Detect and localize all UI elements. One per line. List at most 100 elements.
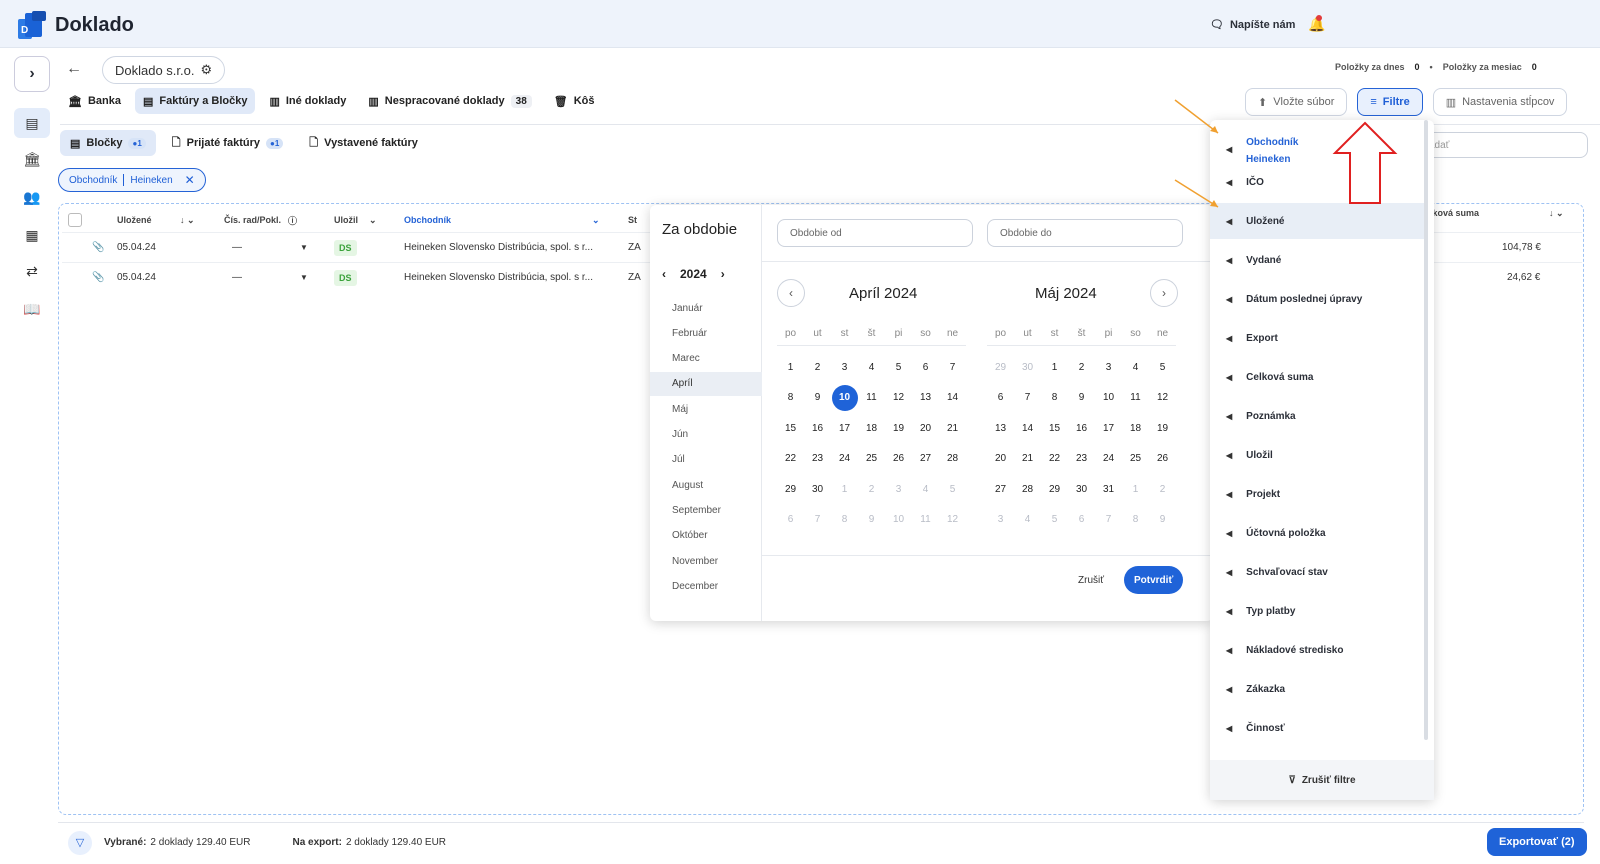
- select-all-checkbox[interactable]: [68, 213, 82, 227]
- calendar-day[interactable]: 12: [939, 505, 966, 536]
- calendar-day[interactable]: 3: [885, 474, 912, 505]
- month-item[interactable]: Jún: [650, 423, 762, 447]
- calendar-day[interactable]: 6: [912, 352, 939, 383]
- calendar-day[interactable]: 5: [1041, 505, 1068, 536]
- calendar-day[interactable]: 11: [858, 383, 885, 414]
- calendar-day[interactable]: 21: [1014, 444, 1041, 475]
- users-nav-icon[interactable]: 👥: [14, 182, 50, 212]
- write-us-button[interactable]: 🗨 Napíšte nám: [1210, 18, 1295, 32]
- calendar-day[interactable]: 19: [885, 413, 912, 444]
- calendar-day[interactable]: 14: [1014, 413, 1041, 444]
- calendar-day[interactable]: 26: [1149, 444, 1176, 475]
- calendar-day[interactable]: 27: [987, 474, 1014, 505]
- receipts-nav-icon[interactable]: ▤: [14, 108, 50, 138]
- calendar-day[interactable]: 30: [1068, 474, 1095, 505]
- qr-nav-icon[interactable]: ▦: [14, 220, 50, 250]
- filter-item[interactable]: ◀ Celková suma: [1210, 359, 1424, 395]
- tab-faktury-blocky[interactable]: ▤ Faktúry a Bločky: [135, 88, 256, 114]
- search-input[interactable]: adať: [1420, 132, 1588, 158]
- calendar-day[interactable]: 13: [987, 413, 1014, 444]
- attachment-icon[interactable]: 📎: [92, 242, 104, 253]
- col-st[interactable]: St: [628, 215, 637, 225]
- calendar-day[interactable]: 14: [939, 383, 966, 414]
- tab-vystavene-faktury[interactable]: 🗋 Vystavené faktúry: [299, 130, 428, 156]
- chevron-left-icon[interactable]: ‹: [662, 267, 666, 281]
- confirm-button[interactable]: Potvrdiť: [1124, 566, 1184, 594]
- calendar-day[interactable]: 30: [1014, 352, 1041, 383]
- calendar-day[interactable]: 1: [1041, 352, 1068, 383]
- calendar-day[interactable]: 1: [1122, 474, 1149, 505]
- calendar-day[interactable]: 16: [1068, 413, 1095, 444]
- calendar-day[interactable]: 10: [831, 383, 858, 414]
- calendar-day[interactable]: 29: [987, 352, 1014, 383]
- calendar-day[interactable]: 2: [858, 474, 885, 505]
- attachment-icon[interactable]: 📎: [92, 272, 104, 283]
- calendar-day[interactable]: 7: [939, 352, 966, 383]
- calendar-day[interactable]: 4: [912, 474, 939, 505]
- calendar-day[interactable]: 1: [831, 474, 858, 505]
- tab-prijate-faktury[interactable]: 🗋 Prijaté faktúry ●1: [162, 130, 294, 156]
- calendar-day[interactable]: 9: [1068, 383, 1095, 414]
- active-filter-chip[interactable]: Obchodník Heineken ✕: [58, 168, 206, 192]
- dropdown-arrow-icon[interactable]: ▼: [300, 273, 308, 282]
- tab-kos[interactable]: 🗑 Kôš: [546, 88, 603, 114]
- calendar-day[interactable]: 27: [912, 444, 939, 475]
- calendar-day[interactable]: 25: [858, 444, 885, 475]
- month-item[interactable]: Október: [650, 524, 762, 548]
- calendar-day[interactable]: 31: [1095, 474, 1122, 505]
- filter-item[interactable]: ◀ Účtovná položka: [1210, 515, 1424, 551]
- column-settings-button[interactable]: ▥ Nastavenia stĺpcov: [1432, 88, 1568, 116]
- chevron-down-icon[interactable]: ⌄: [369, 215, 377, 226]
- calendar-day[interactable]: 18: [1122, 413, 1149, 444]
- calendar-day[interactable]: 8: [777, 383, 804, 414]
- calendar-day[interactable]: 30: [804, 474, 831, 505]
- calendar-day[interactable]: 9: [858, 505, 885, 536]
- filter-item[interactable]: ◀ Uložil: [1210, 437, 1424, 473]
- filter-item[interactable]: ◀ Projekt: [1210, 476, 1424, 512]
- filter-item[interactable]: ◀ Typ platby: [1210, 593, 1424, 629]
- calendar-day[interactable]: 11: [912, 505, 939, 536]
- gear-icon[interactable]: ⚙: [201, 62, 213, 78]
- calendar-day[interactable]: 26: [885, 444, 912, 475]
- col-cis[interactable]: Čís. rad/Pokl.: [224, 215, 281, 225]
- calendar-day[interactable]: 18: [858, 413, 885, 444]
- filter-item[interactable]: ◀ Nákladové stredisko: [1210, 632, 1424, 668]
- scrollbar[interactable]: [1424, 120, 1428, 740]
- calendar-day[interactable]: 16: [804, 413, 831, 444]
- filter-item[interactable]: ◀ Export: [1210, 320, 1424, 356]
- calendar-day[interactable]: 17: [831, 413, 858, 444]
- calendar-day[interactable]: 11: [1122, 383, 1149, 414]
- calendar-day[interactable]: 10: [1095, 383, 1122, 414]
- tab-banka[interactable]: 🏛 Banka: [60, 88, 129, 114]
- calendar-day[interactable]: 5: [939, 474, 966, 505]
- calendar-day[interactable]: 24: [1095, 444, 1122, 475]
- month-item[interactable]: September: [650, 498, 762, 522]
- calendar-day[interactable]: 4: [858, 352, 885, 383]
- calendar-day[interactable]: 2: [1149, 474, 1176, 505]
- calendar-day[interactable]: 3: [987, 505, 1014, 536]
- calendar-day[interactable]: 24: [831, 444, 858, 475]
- col-obchodnik[interactable]: Obchodník: [404, 215, 451, 225]
- month-item[interactable]: Marec: [650, 347, 762, 371]
- calendar-day[interactable]: 9: [804, 383, 831, 414]
- tab-blocky[interactable]: ▤ Bločky ●1: [60, 130, 156, 156]
- back-arrow-icon[interactable]: ←: [66, 60, 82, 78]
- book-nav-icon[interactable]: 📖: [14, 294, 50, 324]
- calendar-day[interactable]: 8: [1041, 383, 1068, 414]
- month-item[interactable]: August: [650, 473, 762, 497]
- calendar-day[interactable]: 20: [912, 413, 939, 444]
- period-to-input[interactable]: Obdobie do: [987, 219, 1183, 247]
- calendar-day[interactable]: 9: [1149, 505, 1176, 536]
- calendar-day[interactable]: 6: [777, 505, 804, 536]
- bank-nav-icon[interactable]: 🏛: [14, 144, 50, 174]
- tab-ine-doklady[interactable]: ▥ Iné doklady: [261, 88, 354, 114]
- calendar-day[interactable]: 10: [885, 505, 912, 536]
- calendar-day[interactable]: 12: [1149, 383, 1176, 414]
- next-month-button[interactable]: ›: [1150, 279, 1178, 307]
- calendar-day[interactable]: 6: [987, 383, 1014, 414]
- prev-month-button[interactable]: ‹: [777, 279, 805, 307]
- calendar-day[interactable]: 2: [804, 352, 831, 383]
- calendar-day[interactable]: 25: [1122, 444, 1149, 475]
- calendar-day[interactable]: 23: [804, 444, 831, 475]
- calendar-day[interactable]: 19: [1149, 413, 1176, 444]
